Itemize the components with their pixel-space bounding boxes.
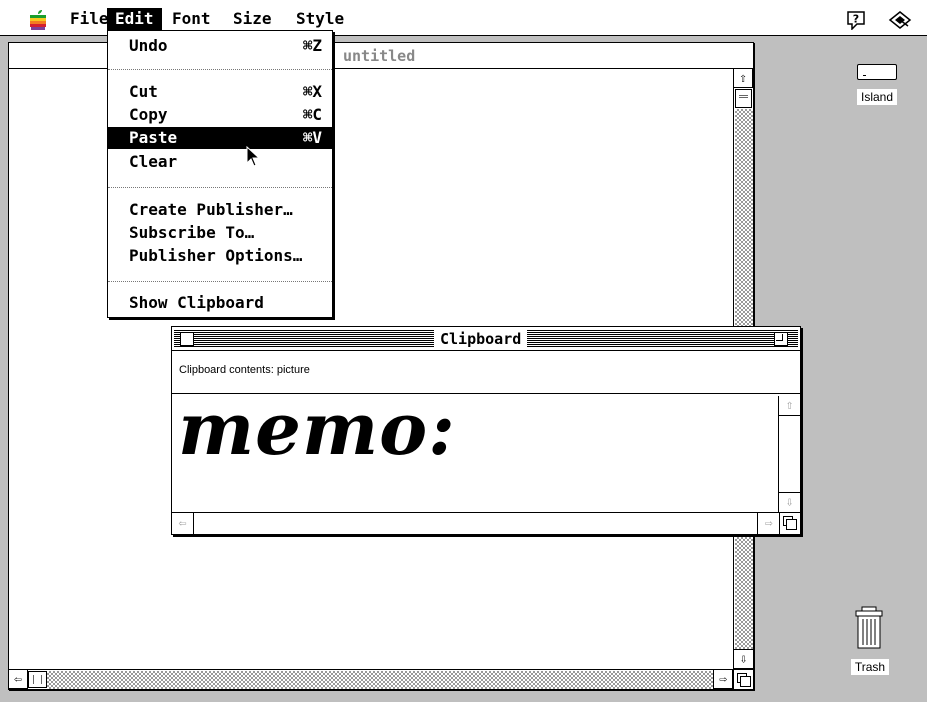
horizontal-scroll-track[interactable] — [47, 671, 713, 689]
clipboard-grow-box-icon[interactable] — [779, 512, 800, 534]
hard-disk-icon — [857, 64, 897, 80]
menu-item-shortcut: ⌘X — [302, 82, 322, 101]
menu-separator — [108, 281, 332, 282]
menu-item-label: Cut — [129, 82, 158, 101]
disk-label: Island — [856, 89, 898, 105]
menu-item-cut[interactable]: Cut ⌘X — [108, 81, 332, 103]
menu-edit[interactable]: Edit — [107, 8, 162, 30]
clipboard-title: Clipboard — [434, 330, 528, 348]
trash-icon — [854, 606, 884, 650]
trash-label: Trash — [850, 659, 890, 675]
menu-item-label: Publisher Options… — [129, 246, 303, 265]
clipboard-window: Clipboard Clipboard contents: picture me… — [171, 326, 801, 535]
scroll-left-arrow-icon[interactable]: ⇦ — [9, 670, 28, 689]
horizontal-scrollbar[interactable]: ⇦ ⇨ — [9, 669, 733, 689]
menu-item-paste[interactable]: Paste ⌘V — [108, 127, 332, 149]
menu-item-label: Paste — [129, 128, 178, 147]
scroll-up-arrow-icon[interactable]: ⇧ — [734, 69, 753, 88]
menu-item-publisher-options[interactable]: Publisher Options… — [108, 245, 332, 267]
menu-item-label: Subscribe To… — [129, 223, 255, 242]
menu-item-subscribe-to[interactable]: Subscribe To… — [108, 222, 332, 244]
close-box-icon[interactable] — [180, 332, 194, 346]
horizontal-scroll-thumb[interactable] — [28, 671, 47, 688]
grow-box-icon[interactable] — [733, 669, 753, 689]
memo-picture: memo: — [178, 386, 456, 471]
clipboard-scroll-left-arrow-icon[interactable]: ⇦ — [172, 513, 194, 534]
clipboard-vertical-scrollbar[interactable]: ⇧ ⇩ — [778, 396, 800, 512]
menu-item-label: Copy — [129, 105, 168, 124]
menu-style[interactable]: Style — [288, 8, 352, 30]
menu-separator — [108, 69, 332, 70]
arrow-cursor-icon — [246, 145, 262, 168]
menu-font[interactable]: Font — [164, 8, 219, 30]
disk-icon-island[interactable]: Island — [848, 64, 906, 108]
menu-separator — [108, 187, 332, 188]
svg-text:?: ? — [853, 13, 859, 26]
menu-item-label: Undo — [129, 36, 168, 55]
trash-icon-container[interactable]: Trash — [845, 606, 895, 676]
menu-item-show-clipboard[interactable]: Show Clipboard — [108, 292, 332, 314]
menu-size[interactable]: Size — [225, 8, 280, 30]
menu-item-label: Clear — [129, 152, 178, 171]
clipboard-title-bar[interactable]: Clipboard — [172, 327, 800, 351]
scroll-right-arrow-icon[interactable]: ⇨ — [713, 670, 733, 689]
menu-item-label: Create Publisher… — [129, 200, 293, 219]
menu-item-shortcut: ⌘C — [302, 105, 322, 124]
scroll-down-arrow-icon[interactable]: ⇩ — [734, 649, 753, 669]
menu-item-clear[interactable]: Clear — [108, 151, 332, 173]
clipboard-scroll-up-arrow-icon[interactable]: ⇧ — [779, 396, 800, 416]
menu-item-create-publisher[interactable]: Create Publisher… — [108, 199, 332, 221]
application-icon[interactable] — [888, 10, 912, 30]
document-title: untitled — [343, 47, 416, 65]
apple-menu-icon[interactable] — [28, 9, 48, 31]
menu-item-shortcut: ⌘Z — [302, 36, 322, 55]
clipboard-picture-area: memo: — [172, 386, 779, 512]
menu-item-shortcut: ⌘V — [302, 128, 322, 147]
edit-menu: Undo ⌘Z Cut ⌘X Copy ⌘C Paste ⌘V Clear Cr… — [107, 30, 333, 318]
zoom-box-icon[interactable] — [774, 332, 788, 346]
menu-item-undo[interactable]: Undo ⌘Z — [108, 35, 332, 57]
clipboard-scroll-down-arrow-icon[interactable]: ⇩ — [779, 492, 800, 512]
clipboard-horizontal-scrollbar[interactable]: ⇦ ⇨ — [172, 512, 779, 534]
menu-item-label: Show Clipboard — [129, 293, 264, 312]
help-icon[interactable]: ? — [846, 10, 866, 31]
vertical-scroll-thumb[interactable] — [735, 89, 752, 108]
menu-item-copy[interactable]: Copy ⌘C — [108, 104, 332, 126]
clipboard-scroll-right-arrow-icon[interactable]: ⇨ — [757, 513, 779, 534]
